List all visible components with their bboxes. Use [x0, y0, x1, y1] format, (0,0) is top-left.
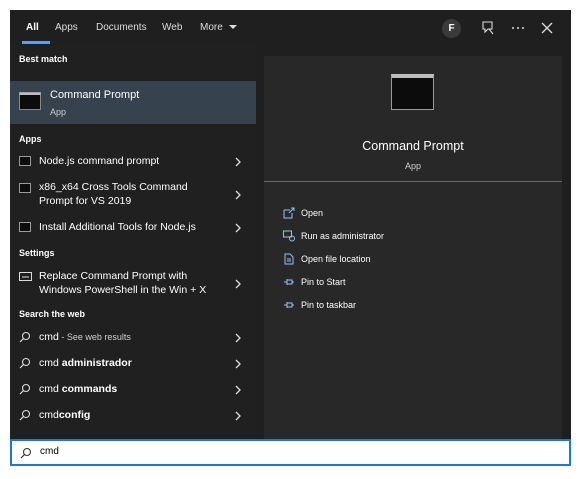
search-icon	[19, 357, 31, 369]
web-result-query: cmd	[39, 409, 59, 421]
chevron-right-icon	[235, 385, 241, 395]
chevron-right-icon	[235, 190, 241, 200]
web-result-hint: - See web results	[58, 332, 131, 342]
open-icon	[283, 207, 295, 219]
search-icon	[19, 331, 31, 343]
settings-heading: Settings	[19, 248, 55, 258]
search-icon	[19, 409, 31, 421]
list-item-label-line2: Prompt for VS 2019	[39, 195, 132, 207]
search-web-heading: Search the web	[19, 309, 86, 319]
best-match-title: Command Prompt	[50, 89, 140, 101]
list-item-label: Node.js command prompt	[39, 155, 160, 167]
tab-more-label: More	[200, 22, 223, 33]
best-match-item[interactable]: Command Prompt App	[10, 81, 256, 124]
apps-heading: Apps	[19, 134, 42, 144]
best-match-heading: Best match	[19, 54, 68, 64]
search-icon	[20, 447, 32, 459]
web-result-cmd[interactable]: cmd - See web results	[10, 331, 256, 349]
terminal-icon	[19, 92, 41, 110]
search-tabs: All Apps Documents Web More F	[10, 10, 571, 45]
web-result-query: cmd	[39, 383, 62, 395]
list-item-cross-tools[interactable]: x86_x64 Cross Tools Command Prompt for V…	[10, 181, 256, 211]
web-result-label: cmd - See web results	[39, 331, 131, 343]
terminal-icon	[19, 183, 31, 193]
display-settings-icon	[19, 272, 32, 281]
shield-icon	[283, 230, 295, 242]
action-pin-to-start[interactable]: Pin to Start	[283, 275, 403, 289]
more-options-icon[interactable]	[508, 18, 528, 38]
list-item-install-node-tools[interactable]: Install Additional Tools for Node.js	[10, 221, 256, 239]
chevron-right-icon	[235, 411, 241, 421]
results-list: Best match Command Prompt App Apps Node.…	[10, 45, 256, 439]
tab-more[interactable]: More	[200, 22, 237, 33]
web-result-cmd-administrador[interactable]: cmd administrador	[10, 357, 256, 375]
action-label: Open file location	[301, 254, 371, 264]
chevron-right-icon	[235, 359, 241, 369]
list-item-label-line2: Windows PowerShell in the Win + X	[39, 284, 207, 296]
web-result-cmdconfig[interactable]: cmdconfig	[10, 409, 256, 427]
tab-web[interactable]: Web	[162, 22, 182, 33]
command-prompt-large-icon	[391, 74, 434, 110]
avatar[interactable]: F	[442, 19, 461, 38]
chevron-right-icon	[235, 333, 241, 343]
preview-panel: Command Prompt App Open Run as administr…	[264, 56, 562, 439]
action-label: Run as administrator	[301, 231, 385, 241]
chevron-right-icon	[235, 223, 241, 233]
action-label: Open	[301, 208, 324, 218]
best-match-subtitle: App	[50, 107, 67, 117]
action-run-as-admin[interactable]: Run as administrator	[283, 229, 443, 243]
web-result-query: cmd	[39, 357, 62, 369]
web-result-cmd-commands[interactable]: cmd commands	[10, 383, 256, 401]
list-item-label-line1: x86_x64 Cross Tools Command	[39, 181, 188, 193]
list-item-label-line1: Replace Command Prompt with	[39, 270, 188, 282]
pin-icon	[284, 302, 294, 308]
chevron-right-icon	[235, 157, 241, 167]
terminal-icon	[19, 222, 31, 232]
action-label: Pin to Start	[301, 277, 346, 287]
web-result-suggestion: config	[58, 409, 91, 421]
tab-documents[interactable]: Documents	[96, 22, 147, 33]
feedback-icon[interactable]	[478, 18, 498, 38]
list-item-nodejs-prompt[interactable]: Node.js command prompt	[10, 155, 256, 173]
action-pin-to-taskbar[interactable]: Pin to taskbar	[283, 298, 403, 312]
pin-icon	[284, 279, 294, 285]
tab-apps[interactable]: Apps	[55, 22, 78, 33]
list-item-replace-cmd[interactable]: Replace Command Prompt with Windows Powe…	[10, 270, 256, 300]
chevron-right-icon	[235, 279, 241, 289]
web-result-suggestion: commands	[61, 383, 118, 395]
terminal-icon	[19, 156, 31, 166]
list-item-label: Install Additional Tools for Node.js	[39, 221, 196, 233]
preview-subtitle: App	[404, 161, 421, 171]
tab-all[interactable]: All	[26, 22, 39, 33]
start-search-window: All Apps Documents Web More F Best match	[10, 10, 571, 439]
action-open[interactable]: Open	[283, 206, 403, 220]
search-icon	[19, 383, 31, 395]
web-result-label: cmd administrador	[39, 357, 132, 369]
web-result-label: cmd commands	[39, 383, 117, 395]
search-box[interactable]	[10, 439, 571, 466]
action-label: Pin to taskbar	[301, 300, 357, 310]
caret-down-icon	[228, 25, 237, 30]
web-result-label: cmdconfig	[39, 409, 90, 421]
preview-title: Command Prompt	[362, 139, 464, 153]
active-tab-indicator	[22, 41, 50, 44]
search-input[interactable]	[40, 446, 540, 457]
close-icon[interactable]	[537, 18, 557, 38]
action-open-file-location[interactable]: Open file location	[283, 252, 443, 266]
web-result-query: cmd	[39, 331, 59, 343]
preview-divider	[264, 181, 562, 182]
web-result-suggestion: administrador	[61, 357, 132, 369]
file-location-icon	[284, 253, 294, 265]
